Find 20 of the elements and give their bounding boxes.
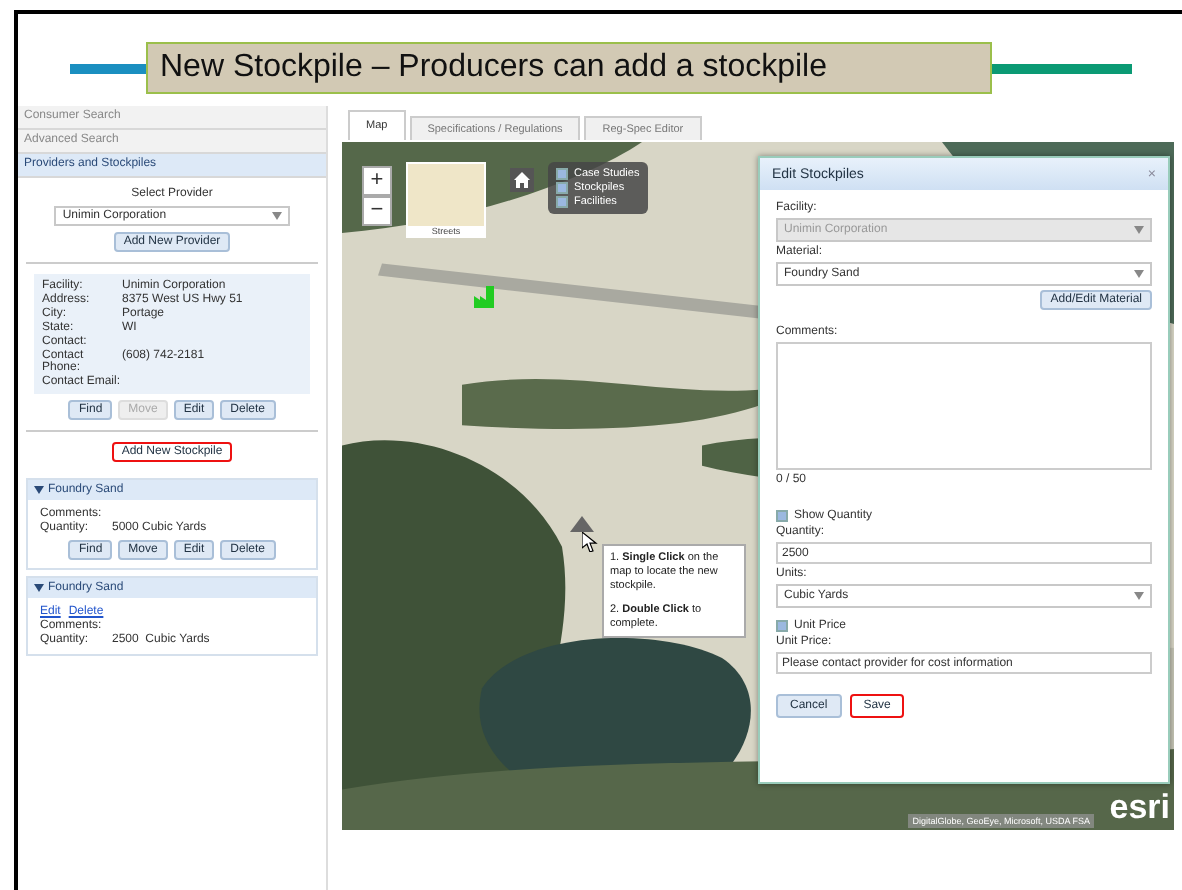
map-logo: esri — [1109, 788, 1170, 828]
factory-icon — [474, 286, 498, 308]
layer-checkbox[interactable] — [556, 168, 568, 180]
checkbox[interactable] — [776, 510, 788, 522]
caret-icon — [1134, 270, 1144, 278]
caret-icon — [1134, 592, 1144, 600]
zoom-out-button[interactable]: − — [362, 196, 392, 226]
collapse-icon — [34, 486, 44, 494]
slide-title: New Stockpile – Producers can add a stockpile — [146, 42, 992, 94]
zoom-in-button[interactable]: + — [362, 166, 392, 196]
comments-field[interactable] — [776, 342, 1152, 470]
caret-icon — [1134, 226, 1144, 234]
cursor-icon — [582, 532, 598, 552]
stockpile-icon — [570, 516, 594, 532]
layer-checkbox[interactable] — [556, 196, 568, 208]
checkbox[interactable] — [776, 620, 788, 632]
collapse-icon — [34, 584, 44, 592]
caret-icon — [271, 212, 282, 220]
layer-checkbox[interactable] — [556, 182, 568, 194]
home-icon[interactable] — [510, 168, 534, 192]
